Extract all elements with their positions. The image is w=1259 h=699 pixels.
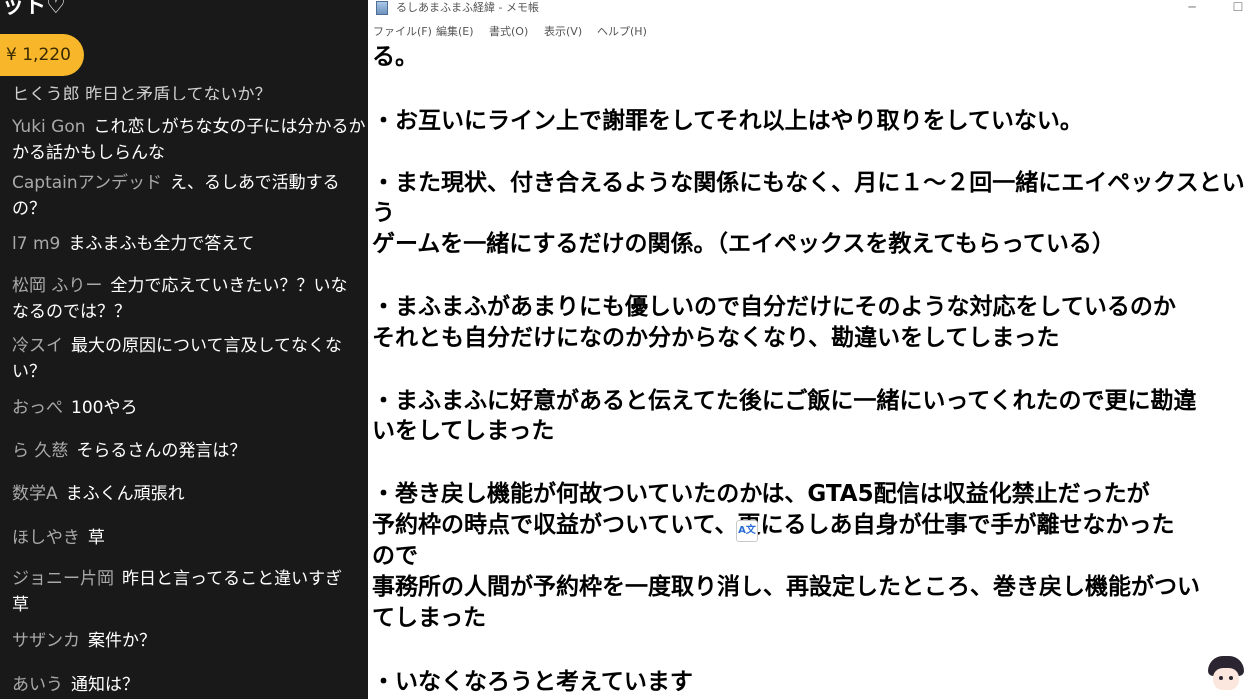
- menu-edit[interactable]: 編集(E): [436, 22, 474, 42]
- editor-line: ・まふまふがあまりにも優しいので自分だけにそのような対応をしているのか: [372, 294, 1176, 320]
- editor-line: ・お互いにライン上で謝罪をしてそれ以上はやり取りをしていない。: [372, 108, 1083, 134]
- chat-text: これ恋しがちな女の子には分かるか: [93, 117, 366, 137]
- editor-line: る。: [372, 44, 418, 70]
- menu-file[interactable]: ファイル(F): [373, 22, 432, 42]
- chat-text: 通知は？: [71, 675, 139, 695]
- chat-message: 数学A まふくん頑張れ: [12, 481, 368, 507]
- editor-line: 予約枠の時点で収益がついていて、更にるしあ自身が仕事で手が離せなかった: [372, 512, 1175, 538]
- notepad-icon: [376, 1, 388, 15]
- chat-text: 案件か？: [88, 631, 156, 651]
- chat-text-continued: 草: [12, 595, 29, 615]
- chat-text: 草: [87, 528, 105, 548]
- chat-author[interactable]: ほしやき: [12, 528, 80, 548]
- editor-line: ・いなくなろうと考えています: [372, 669, 693, 695]
- minimize-button[interactable]: ─: [1182, 0, 1202, 16]
- menu-bar: ファイル(F) 編集(E) 書式(O) 表示(V) ヘルプ(H): [368, 22, 1259, 42]
- menu-format[interactable]: 書式(O): [489, 22, 528, 42]
- chat-text: え、るしあで活動する: [169, 173, 340, 193]
- chat-text-continued: かる話かもしらんな: [12, 143, 165, 163]
- chat-author[interactable]: Yuki Gon: [12, 117, 86, 137]
- chat-message: ら 久慈 そらるさんの発言は？: [12, 438, 368, 464]
- chat-text-continued: い？: [12, 362, 46, 382]
- editor-line: 事務所の人間が予約枠を一度取り消し、再設定したところ、巻き戻し機能がつい: [372, 574, 1200, 600]
- chat-message: サザンカ 案件か？: [12, 628, 368, 654]
- maximize-button[interactable]: ☐: [1228, 0, 1248, 16]
- chat-message: 松岡 ふりー 全力で応えていきたい？？いな なるのでは？？: [12, 273, 368, 325]
- chat-message: あいう 通知は？: [12, 672, 368, 698]
- chat-text-continued: なるのでは？？: [12, 302, 131, 322]
- live-chat-panel: ット♡ ¥ 1,220 ヒくう郎 昨日と矛盾してないか？ Yuki Gon これ恋…: [0, 0, 368, 699]
- chat-author[interactable]: おっぺ: [12, 398, 63, 418]
- chat-text-continued: の？: [12, 199, 46, 219]
- window-title: るしあまふまふ経緯 - メモ帳: [396, 1, 539, 14]
- editor-line: ゲームを一緒にするだけの関係。（エイペックスを教えてもらっている）: [372, 231, 1115, 257]
- chat-header-title: ット♡: [2, 0, 66, 19]
- menu-help[interactable]: ヘルプ(H): [597, 22, 647, 42]
- translate-icon[interactable]: A文: [736, 520, 758, 542]
- notepad-window: るしあまふまふ経緯 - メモ帳 ─ ☐ ファイル(F) 編集(E) 書式(O) …: [368, 0, 1259, 699]
- editor-line: てしまった: [372, 605, 487, 631]
- text-editor[interactable]: る。 ・お互いにライン上で謝罪をしてそれ以上はやり取りをしていない。 ・また現状…: [368, 42, 1259, 699]
- chat-text: まふまふも全力で答えて: [68, 234, 255, 254]
- chat-message: Yuki Gon これ恋しがちな女の子には分かるか かる話かもしらんな: [12, 114, 368, 166]
- editor-line: ・また現状、付き合えるような関係にもなく、月に１～２回一緒にエイペックスとい: [372, 170, 1245, 196]
- chat-message: ほしやき草: [12, 525, 368, 551]
- editor-line: ・巻き戻し機能が何故ついていたのかは、GTA5配信は収益化禁止だったが: [372, 481, 1150, 507]
- editor-line: いをしてしまった: [372, 418, 555, 444]
- chat-text: まふくん頑張れ: [65, 484, 185, 504]
- chat-message: 冷スイ 最大の原因について言及してなくな い？: [12, 333, 368, 385]
- chat-text: 最大の原因について言及してなくな: [71, 336, 342, 356]
- superchat-ticker[interactable]: ¥ 1,220: [0, 34, 84, 76]
- streamer-avatar-icon: [1206, 654, 1246, 694]
- superchat-amount: ¥ 1,220: [6, 45, 71, 65]
- chat-author[interactable]: サザンカ: [12, 631, 80, 651]
- window-titlebar[interactable]: るしあまふまふ経緯 - メモ帳 ─ ☐: [368, 0, 1259, 20]
- chat-author[interactable]: あいう: [12, 675, 63, 695]
- chat-text: 全力で応えていきたい？？いな: [110, 276, 348, 296]
- chat-author[interactable]: ジョニー片岡: [12, 569, 114, 589]
- chat-header: ット♡: [0, 0, 368, 28]
- editor-line: ので: [372, 543, 418, 569]
- chat-message-clipped: ヒくう郎 昨日と矛盾してないか？: [12, 85, 272, 100]
- chat-text: 昨日と言ってること違いすぎ: [122, 569, 343, 589]
- chat-author[interactable]: 数学A: [12, 484, 58, 504]
- editor-line: う: [372, 200, 395, 226]
- chat-message: ジョニー片岡 昨日と言ってること違いすぎ 草: [12, 566, 368, 618]
- chat-author[interactable]: Captainアンデッド: [12, 173, 162, 193]
- editor-line: ・まふまふに好意があると伝えてた後にご飯に一緒にいってくれたので更に勘違: [372, 388, 1197, 414]
- chat-author[interactable]: 冷スイ: [12, 336, 63, 356]
- chat-message: おっぺ 100やろ: [12, 395, 368, 421]
- menu-view[interactable]: 表示(V): [544, 22, 582, 42]
- chat-author[interactable]: l7 m9: [12, 234, 60, 254]
- chat-author[interactable]: 松岡 ふりー: [12, 276, 102, 296]
- chat-author[interactable]: ら 久慈: [12, 441, 68, 461]
- chat-text: 100やろ: [71, 398, 138, 418]
- chat-message: l7 m9 まふまふも全力で答えて: [12, 231, 368, 257]
- chat-message: Captainアンデッド え、るしあで活動する の？: [12, 170, 368, 222]
- chat-text: そらるさんの発言は？: [76, 441, 247, 461]
- editor-line: それとも自分だけになのか分からなくなり、勘違いをしてしまった: [372, 325, 1060, 351]
